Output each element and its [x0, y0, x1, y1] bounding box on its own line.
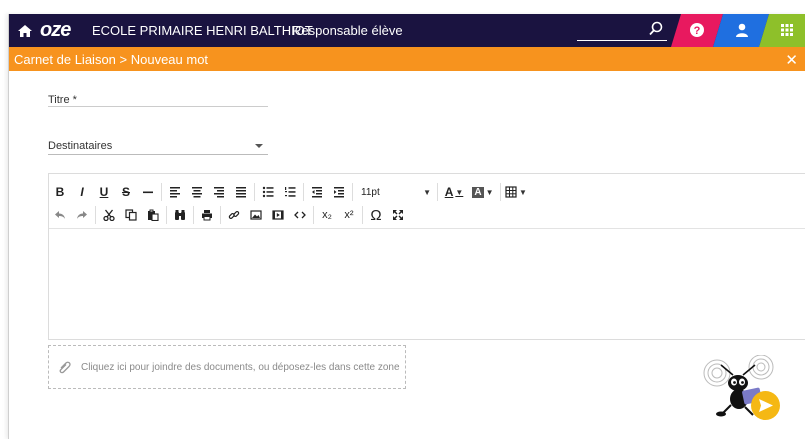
editor-toolbar: B I U S 11pt ▼ A ▼ A ▼ ▼ x₂ x² Ω	[49, 174, 805, 229]
attachment-text: Cliquez ici pour joindre des documents, …	[81, 362, 400, 373]
paste-icon[interactable]	[142, 205, 164, 225]
align-justify-button[interactable]	[230, 182, 252, 202]
recipients-label[interactable]: Destinataires	[48, 140, 112, 152]
numbered-list-button[interactable]	[279, 182, 301, 202]
editor-content-area[interactable]	[49, 229, 805, 339]
recipients-select[interactable]	[48, 154, 268, 155]
toolbar-separator	[254, 183, 255, 201]
toolbar-separator	[437, 183, 438, 201]
text-color-label: A	[444, 185, 454, 199]
user-role[interactable]: Responsable élève	[292, 23, 403, 38]
breadcrumb-bar: Carnet de Liaison > Nouveau mot ✕	[9, 47, 805, 71]
special-character-button[interactable]: Ω	[365, 205, 387, 225]
help-icon: ?	[689, 22, 705, 38]
bullet-list-button[interactable]	[257, 182, 279, 202]
toolbar-separator	[500, 183, 501, 201]
subscript-button[interactable]: x₂	[316, 205, 338, 225]
chevron-down-icon: ▼	[485, 187, 494, 197]
image-icon[interactable]	[245, 205, 267, 225]
attachment-dropzone[interactable]: Cliquez ici pour joindre des documents, …	[48, 345, 406, 389]
table-button[interactable]: ▼	[503, 182, 529, 202]
toolbar-separator	[166, 206, 167, 224]
home-icon[interactable]	[17, 23, 33, 39]
background-color-label: A	[472, 186, 484, 198]
oze-logo[interactable]: oze	[40, 19, 71, 42]
font-size-select[interactable]: 11pt ▼	[355, 182, 435, 202]
align-center-button[interactable]	[186, 182, 208, 202]
indent-button[interactable]	[328, 182, 350, 202]
find-replace-icon[interactable]	[169, 205, 191, 225]
superscript-button[interactable]: x²	[338, 205, 360, 225]
copy-icon[interactable]	[120, 205, 142, 225]
title-input[interactable]	[48, 106, 268, 107]
search-icon[interactable]	[649, 21, 663, 37]
toolbar-row-1: B I U S 11pt ▼ A ▼ A ▼ ▼	[49, 181, 529, 203]
toolbar-separator	[95, 206, 96, 224]
toolbar-separator	[193, 206, 194, 224]
strikethrough-button[interactable]: S	[115, 182, 137, 202]
search-input[interactable]	[577, 21, 667, 41]
toolbar-separator	[303, 183, 304, 201]
rich-text-editor[interactable]: B I U S 11pt ▼ A ▼ A ▼ ▼ x₂ x² Ω	[48, 173, 805, 340]
media-icon[interactable]	[267, 205, 289, 225]
horizontal-rule-button[interactable]	[137, 182, 159, 202]
toolbar-separator	[313, 206, 314, 224]
grid-icon	[781, 24, 793, 36]
top-bar: oze ECOLE PRIMAIRE HENRI BALTHIOT Respon…	[9, 14, 805, 47]
svg-text:?: ?	[694, 25, 701, 37]
toolbar-separator	[220, 206, 221, 224]
send-icon	[759, 399, 773, 412]
fullscreen-icon[interactable]	[387, 205, 409, 225]
cut-icon[interactable]	[98, 205, 120, 225]
bold-button[interactable]: B	[49, 182, 71, 202]
redo-button[interactable]	[71, 205, 93, 225]
close-icon[interactable]: ✕	[785, 51, 798, 69]
outdent-button[interactable]	[306, 182, 328, 202]
align-left-button[interactable]	[164, 182, 186, 202]
text-color-button[interactable]: A ▼	[440, 182, 468, 202]
toolbar-separator	[161, 183, 162, 201]
background-color-button[interactable]: A ▼	[468, 182, 498, 202]
chevron-down-icon: ▼	[423, 187, 431, 197]
paperclip-icon	[59, 361, 71, 374]
toolbar-separator	[352, 183, 353, 201]
send-button[interactable]	[751, 391, 780, 420]
title-label: Titre *	[48, 94, 77, 106]
chevron-down-icon[interactable]	[255, 144, 263, 148]
print-icon[interactable]	[196, 205, 218, 225]
chevron-down-icon: ▼	[519, 187, 527, 197]
font-size-value: 11pt	[361, 186, 380, 198]
toolbar-separator	[362, 206, 363, 224]
code-icon[interactable]	[289, 205, 311, 225]
chevron-down-icon: ▼	[455, 187, 464, 197]
user-icon	[734, 22, 750, 38]
italic-button[interactable]: I	[71, 182, 93, 202]
underline-button[interactable]: U	[93, 182, 115, 202]
undo-button[interactable]	[49, 205, 71, 225]
school-name[interactable]: ECOLE PRIMAIRE HENRI BALTHIOT	[92, 23, 313, 38]
link-icon[interactable]	[223, 205, 245, 225]
breadcrumb: Carnet de Liaison > Nouveau mot	[14, 52, 209, 67]
toolbar-row-2: x₂ x² Ω	[49, 204, 409, 226]
app-frame: oze ECOLE PRIMAIRE HENRI BALTHIOT Respon…	[8, 14, 805, 439]
align-right-button[interactable]	[208, 182, 230, 202]
